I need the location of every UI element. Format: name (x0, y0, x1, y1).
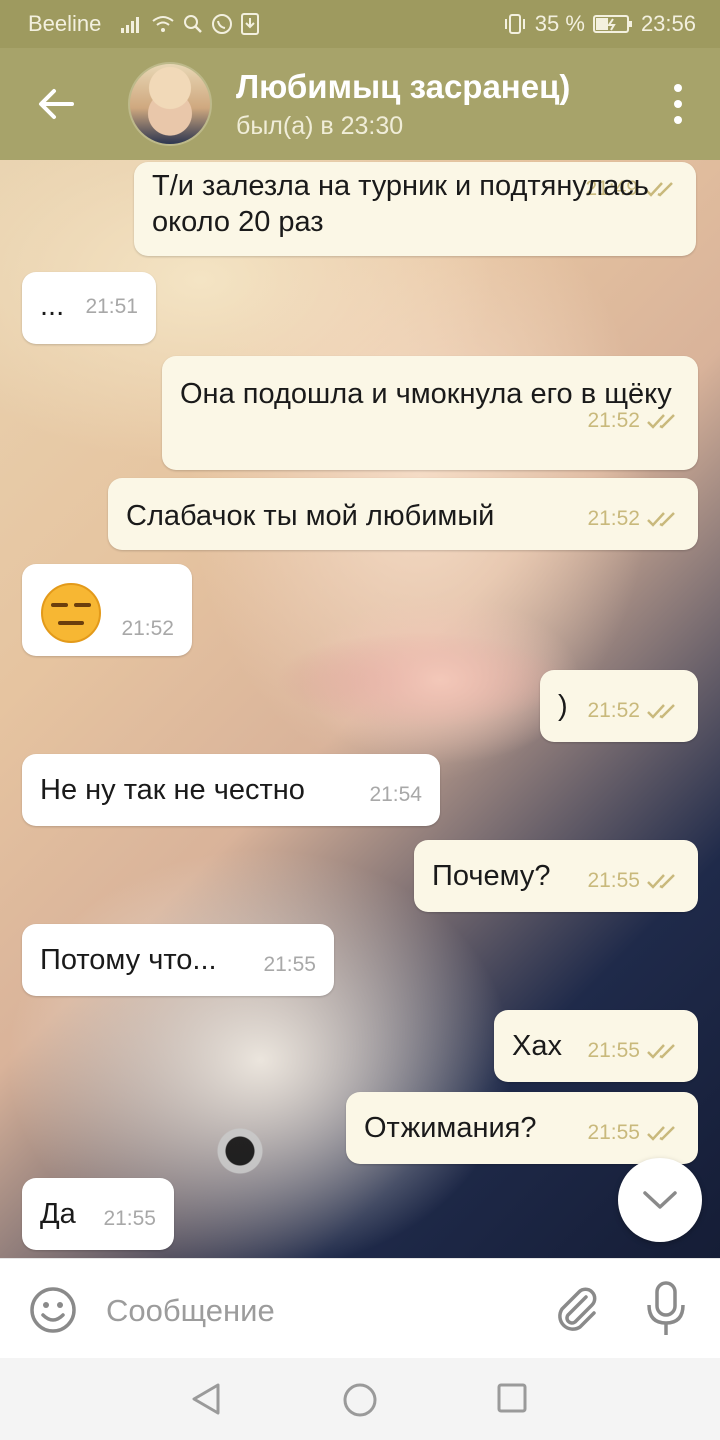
double-check-icon (647, 874, 675, 889)
battery-charging-icon (592, 15, 632, 33)
double-check-icon (645, 182, 673, 197)
message-time: 21:51 (85, 295, 138, 318)
message-meta: 21:55 (587, 1122, 680, 1144)
message-bubble-outgoing[interactable]: Она подошла и чмокнула его в щёку 21:52 (162, 356, 698, 470)
message-bubble-incoming[interactable]: Не ну так не честно 21:54 (22, 754, 440, 826)
search-icon (184, 15, 203, 33)
microphone-icon (647, 1281, 685, 1335)
message-time: 21:55 (587, 869, 640, 892)
nav-back-button[interactable] (190, 1382, 222, 1421)
double-check-icon (647, 704, 675, 719)
message-time: 21:54 (369, 783, 422, 806)
message-text: Слабачок ты мой любимый (126, 500, 495, 532)
message-text: Хах (512, 1030, 562, 1062)
message-meta: 21:54 (369, 784, 422, 806)
back-button[interactable] (28, 80, 84, 128)
message-text: Не ну так не честно (40, 774, 305, 806)
message-text: ) (558, 690, 568, 722)
message-text: Она подошла и чмокнула его в щёку (180, 378, 672, 410)
clock: 23:56 (640, 11, 696, 36)
message-text: Отжимания? (364, 1112, 537, 1144)
emoji-button[interactable] (28, 1285, 78, 1340)
message-bubble-outgoing[interactable]: Слабачок ты мой любимый 21:52 (108, 478, 698, 550)
battery-percent: 35 % (534, 11, 585, 36)
message-bubble-outgoing[interactable]: ) 21:52 (540, 670, 698, 742)
attach-button[interactable] (552, 1283, 600, 1340)
message-meta: 21:52 (121, 618, 174, 640)
message-time: 21:55 (103, 1207, 156, 1230)
message-meta: 21:55 (587, 1040, 680, 1062)
square-recents-icon (497, 1383, 527, 1413)
double-check-icon (647, 414, 675, 429)
message-text: ... (40, 290, 65, 322)
dot-icon (674, 116, 682, 124)
chat-background[interactable]: Т/и залезла на турник и подтянулась окол… (0, 160, 720, 1258)
message-input-bar (0, 1258, 720, 1359)
chat-title[interactable]: Любимыц засранец) (236, 68, 570, 106)
status-bar: Beeline 35 % 23:56 (0, 0, 720, 48)
system-nav-bar (0, 1358, 720, 1440)
message-bubble-outgoing[interactable]: Хах 21:55 (494, 1010, 698, 1082)
expressionless-face-icon (41, 583, 101, 643)
voice-message-button[interactable] (644, 1281, 688, 1342)
message-bubble-outgoing[interactable]: Т/и залезла на турник и подтянулась окол… (134, 162, 696, 256)
scroll-to-bottom-button[interactable] (618, 1158, 702, 1242)
chevron-down-icon (643, 1191, 677, 1209)
arrow-left-icon (39, 89, 74, 119)
message-bubble-outgoing[interactable]: Отжимания? 21:55 (346, 1092, 698, 1164)
dot-icon (674, 84, 682, 92)
message-meta: 21:51 (85, 296, 138, 318)
message-time: 21:52 (587, 409, 640, 432)
message-text: Да (40, 1198, 76, 1230)
wifi-icon (152, 16, 175, 32)
wallpaper-detail (190, 1115, 290, 1195)
more-options-button[interactable] (666, 84, 690, 124)
message-meta: 21:52 (587, 508, 680, 530)
message-bubble-incoming[interactable]: 21:52 (22, 564, 192, 656)
message-meta: 21:52 (587, 700, 680, 722)
message-time: 21:52 (587, 507, 640, 530)
message-time: 21:55 (587, 1121, 640, 1144)
message-text: Потому что... (40, 944, 217, 976)
double-check-icon (647, 1044, 675, 1059)
carrier-name: Beeline (28, 11, 102, 36)
message-text: Т/и залезла на турник и подтянулась окол… (152, 170, 649, 238)
message-text: Почему? (432, 860, 551, 892)
last-seen-status: был(а) в 23:30 (236, 112, 404, 140)
vibrate-icon (504, 14, 525, 34)
message-bubble-incoming[interactable]: Потому что... 21:55 (22, 924, 334, 996)
nav-home-button[interactable] (342, 1382, 378, 1423)
message-meta: 21:55 (263, 954, 316, 976)
message-time: 21:52 (121, 617, 174, 640)
nav-recents-button[interactable] (496, 1382, 528, 1419)
dot-icon (674, 100, 682, 108)
chat-header: Любимыц засранец) был(а) в 23:30 (0, 48, 720, 160)
triangle-back-icon (192, 1383, 220, 1415)
message-bubble-incoming[interactable]: Да 21:55 (22, 1178, 174, 1250)
download-icon (241, 13, 260, 35)
signal-icon (121, 17, 140, 33)
smiley-icon (30, 1287, 76, 1333)
avatar[interactable] (128, 62, 212, 146)
message-input[interactable] (104, 1285, 528, 1337)
circle-home-icon (343, 1383, 377, 1417)
message-bubble-outgoing[interactable]: Почему? 21:55 (414, 840, 698, 912)
message-time: 21:55 (263, 953, 316, 976)
double-check-icon (647, 512, 675, 527)
message-meta: 21:55 (587, 870, 680, 892)
paperclip-icon (558, 1287, 597, 1331)
message-bubble-incoming[interactable]: ... 21:51 (22, 272, 156, 344)
message-time: 21:55 (587, 1039, 640, 1062)
message-meta: 21:55 (103, 1208, 156, 1230)
message-time: 21:52 (587, 699, 640, 722)
whatsapp-icon (212, 14, 233, 34)
double-check-icon (647, 1126, 675, 1141)
message-meta: 21:52 (587, 410, 680, 432)
